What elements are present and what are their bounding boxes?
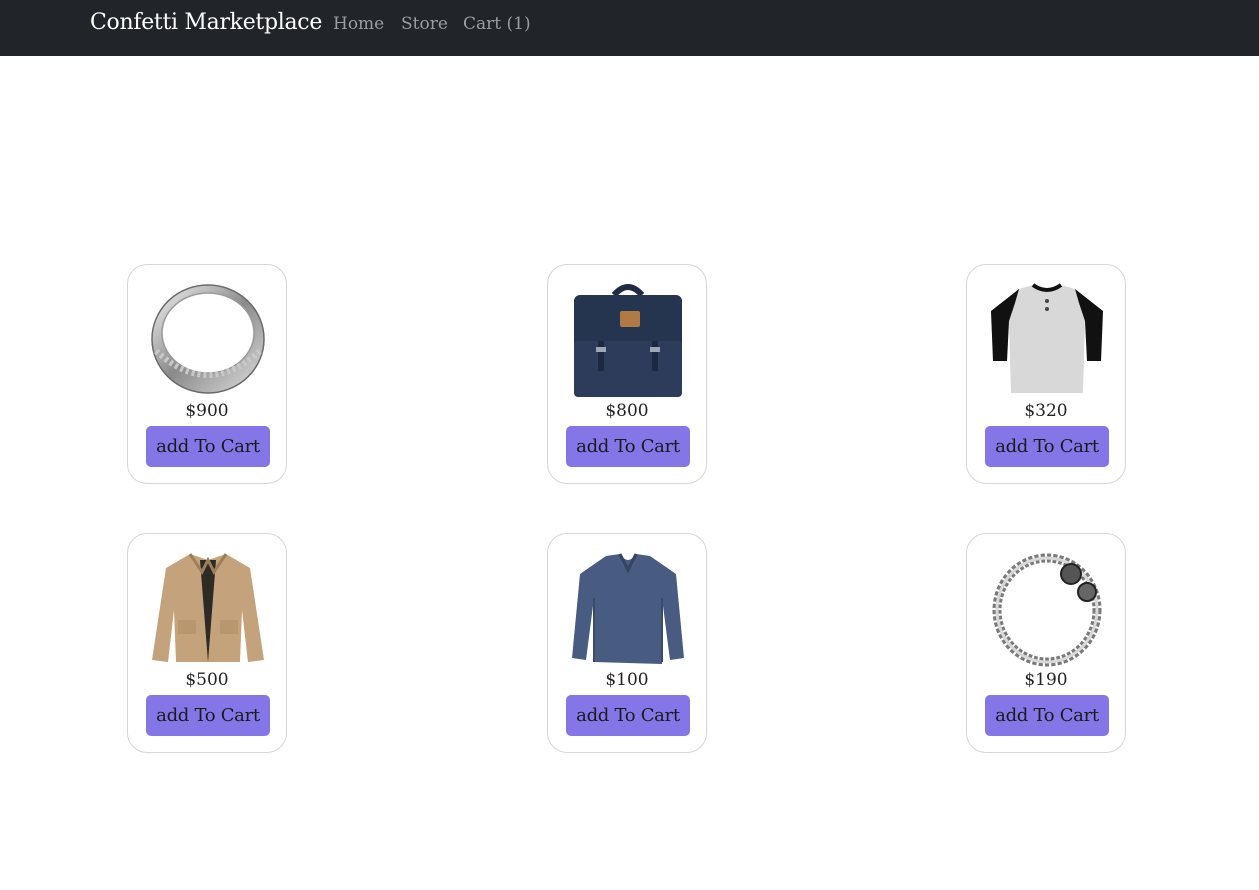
nav-store-link[interactable]: Store bbox=[401, 14, 448, 34]
bracelet-icon bbox=[989, 550, 1105, 668]
product-price: $100 bbox=[605, 670, 649, 690]
add-to-cart-button[interactable]: add To Cart bbox=[985, 695, 1109, 736]
navbar: Confetti Marketplace Home Store Cart (1) bbox=[0, 0, 1259, 56]
product-price: $500 bbox=[185, 670, 229, 690]
sweater-icon bbox=[570, 550, 686, 668]
product-card: $320 add To Cart bbox=[966, 264, 1126, 484]
jacket-icon bbox=[150, 550, 266, 668]
shirt-icon bbox=[989, 281, 1105, 399]
product-card: $190 add To Cart bbox=[966, 533, 1126, 753]
product-price: $900 bbox=[185, 401, 229, 421]
nav-cart-link[interactable]: Cart (1) bbox=[463, 14, 531, 34]
add-to-cart-button[interactable]: add To Cart bbox=[566, 426, 690, 467]
backpack-icon bbox=[570, 281, 686, 399]
nav-home-link[interactable]: Home bbox=[333, 14, 384, 34]
product-price: $320 bbox=[1024, 401, 1068, 421]
product-card: $800 add To Cart bbox=[547, 264, 707, 484]
add-to-cart-button[interactable]: add To Cart bbox=[566, 695, 690, 736]
product-card: $100 add To Cart bbox=[547, 533, 707, 753]
add-to-cart-button[interactable]: add To Cart bbox=[985, 426, 1109, 467]
brand-link[interactable]: Confetti Marketplace bbox=[90, 10, 322, 35]
product-card: $900 add To Cart bbox=[127, 264, 287, 484]
ring-icon bbox=[150, 281, 266, 399]
product-price: $190 bbox=[1024, 670, 1068, 690]
add-to-cart-button[interactable]: add To Cart bbox=[146, 695, 270, 736]
product-card: $500 add To Cart bbox=[127, 533, 287, 753]
product-price: $800 bbox=[605, 401, 649, 421]
add-to-cart-button[interactable]: add To Cart bbox=[146, 426, 270, 467]
